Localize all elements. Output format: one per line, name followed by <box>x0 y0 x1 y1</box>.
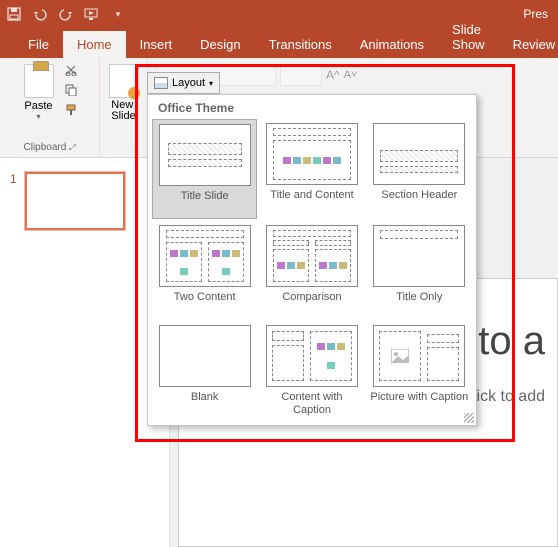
layout-option-label: Title Slide <box>155 190 254 216</box>
new-slide-button[interactable]: NewSlide <box>105 62 143 124</box>
layout-thumb <box>373 225 465 287</box>
tab-slide-show[interactable]: Slide Show <box>438 16 499 58</box>
layout-option-section-header[interactable]: Section Header <box>367 119 472 219</box>
layout-option-picture-caption[interactable]: Picture with Caption <box>367 321 472 419</box>
layout-thumb <box>159 124 251 186</box>
layout-thumb <box>266 325 358 387</box>
layout-option-label: Two Content <box>154 291 255 317</box>
layout-thumb <box>266 123 358 185</box>
layout-option-label: Comparison <box>261 291 362 317</box>
chevron-down-icon: ▾ <box>36 112 40 121</box>
undo-icon[interactable] <box>32 6 48 22</box>
paste-button[interactable]: Paste ▾ <box>20 62 58 123</box>
layout-option-label: Section Header <box>369 189 470 215</box>
layout-dropdown: Office Theme Title Slide Title and Conten… <box>147 94 477 426</box>
thumbnail-number: 1 <box>10 172 17 230</box>
customize-qat-icon[interactable]: ▾ <box>110 6 126 22</box>
layout-thumb <box>373 123 465 185</box>
layout-option-title-content[interactable]: Title and Content <box>259 119 364 219</box>
layout-button[interactable]: Layout ▾ <box>147 72 220 94</box>
layout-option-two-content[interactable]: Two Content <box>152 221 257 319</box>
layout-option-content-caption[interactable]: Content with Caption <box>259 321 364 419</box>
layout-option-label: Blank <box>154 391 255 417</box>
tab-transitions[interactable]: Transitions <box>255 31 346 58</box>
layout-dropdown-header: Office Theme <box>148 95 476 119</box>
chevron-down-icon: ▾ <box>209 79 213 88</box>
layout-icon <box>154 77 168 89</box>
increase-font-icon[interactable]: A^ <box>326 68 340 82</box>
layout-option-comparison[interactable]: Comparison <box>259 221 364 319</box>
ribbon-tabs: File Home Insert Design Transitions Anim… <box>0 28 558 58</box>
tab-review[interactable]: Review <box>499 31 558 58</box>
layout-option-label: Content with Caption <box>261 391 362 417</box>
format-painter-button[interactable] <box>62 102 80 118</box>
tab-insert[interactable]: Insert <box>126 31 187 58</box>
save-icon[interactable] <box>6 6 22 22</box>
thumbnail-row[interactable]: 1 <box>0 172 169 230</box>
layout-button-label: Layout <box>172 77 205 89</box>
clipboard-group-label: Clipboard ⤢ <box>24 142 76 155</box>
tab-file[interactable]: File <box>14 31 63 58</box>
layout-thumb <box>159 225 251 287</box>
font-size-combo[interactable] <box>280 64 322 86</box>
slides-group: NewSlide <box>100 58 148 157</box>
layout-option-label: Title Only <box>369 291 470 317</box>
copy-button[interactable] <box>62 82 80 98</box>
tab-home[interactable]: Home <box>63 31 126 58</box>
decrease-font-icon[interactable]: A˅ <box>344 69 358 81</box>
slide-thumbnail-panel: 1 <box>0 158 170 547</box>
cut-button[interactable] <box>62 62 80 78</box>
paste-label: Paste <box>24 100 52 112</box>
tab-design[interactable]: Design <box>186 31 254 58</box>
layout-thumb <box>373 325 465 387</box>
new-slide-icon <box>109 64 139 98</box>
dialog-launcher-icon[interactable]: ⤢ <box>69 143 75 152</box>
layout-option-label: Title and Content <box>261 189 362 215</box>
layout-option-title-only[interactable]: Title Only <box>367 221 472 319</box>
slide-thumbnail[interactable] <box>25 172 125 230</box>
layout-option-title[interactable]: Title Slide <box>152 119 257 219</box>
layout-thumb <box>159 325 251 387</box>
clipboard-group: Paste ▾ Clipboard ⤢ <box>0 58 100 157</box>
new-slide-label: NewSlide <box>111 100 135 122</box>
layout-option-label: Picture with Caption <box>369 391 470 417</box>
layout-thumb <box>266 225 358 287</box>
quick-access-toolbar: ▾ <box>6 6 126 22</box>
layout-option-blank[interactable]: Blank <box>152 321 257 419</box>
start-from-beginning-icon[interactable] <box>84 6 100 22</box>
clipboard-icon <box>24 64 54 98</box>
resize-grip-icon[interactable] <box>464 413 474 423</box>
redo-icon[interactable] <box>58 6 74 22</box>
tab-animations[interactable]: Animations <box>346 31 438 58</box>
